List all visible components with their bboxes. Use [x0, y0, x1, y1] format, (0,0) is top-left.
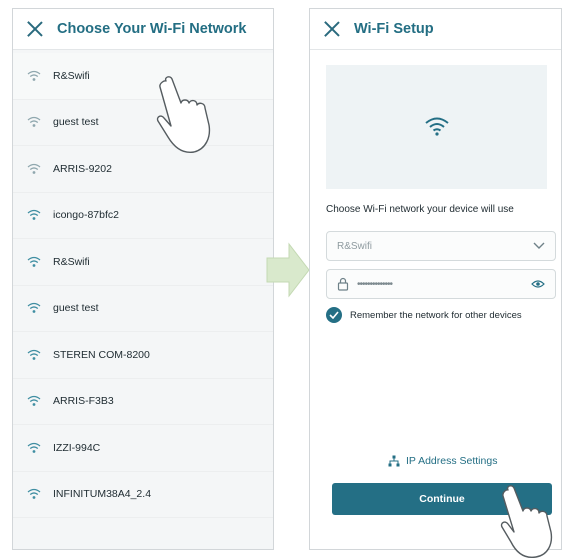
eye-icon[interactable]: [531, 279, 545, 289]
check-icon: [329, 311, 339, 319]
network-item[interactable]: R&Swifi: [13, 53, 273, 100]
network-item[interactable]: INFINITUM38A4_2.4: [13, 471, 273, 518]
network-name: guest test: [53, 302, 99, 315]
close-icon[interactable]: [322, 19, 342, 39]
network-item[interactable]: R&Swifi: [13, 239, 273, 286]
network-item[interactable]: guest test: [13, 285, 273, 332]
pointer-hand-icon: [156, 76, 211, 154]
network-item[interactable]: guest test: [13, 99, 273, 146]
header-bar: Wi-Fi Setup: [310, 9, 561, 50]
wifi-icon: [27, 163, 41, 174]
remember-checkbox[interactable]: [326, 307, 342, 323]
network-name: R&Swifi: [53, 255, 90, 268]
wifi-icon: [27, 442, 41, 453]
wifi-icon: [27, 70, 41, 81]
wifi-illustration: [326, 65, 547, 189]
wifi-icon: [27, 303, 41, 314]
ip-address-settings-link[interactable]: IP Address Settings: [388, 455, 497, 467]
network-name: R&Swifi: [53, 69, 90, 82]
password-field[interactable]: ••••••••••••••: [326, 269, 556, 299]
network-name: icongo-87bfc2: [53, 209, 119, 222]
network-prompt: Choose Wi-Fi network your device will us…: [326, 204, 514, 215]
wifi-icon: [27, 117, 41, 128]
wifi-icon: [27, 256, 41, 267]
network-name: INFINITUM38A4_2.4: [53, 488, 152, 501]
network-item[interactable]: IZZI-994C: [13, 425, 273, 472]
network-name: guest test: [53, 116, 99, 129]
page-title: Choose Your Wi-Fi Network: [57, 21, 247, 37]
chevron-down-icon[interactable]: [533, 242, 545, 250]
wifi-icon: [27, 489, 41, 500]
network-select[interactable]: R&Swifi: [326, 231, 556, 261]
pointer-hand-icon: [500, 485, 553, 559]
page-title: Wi-Fi Setup: [354, 21, 434, 37]
close-icon[interactable]: [25, 19, 45, 39]
arrow-right-icon: [266, 242, 310, 298]
password-value: ••••••••••••••: [357, 278, 393, 290]
header-bar: Choose Your Wi-Fi Network: [13, 9, 273, 50]
network-item[interactable]: STEREN COM-8200: [13, 332, 273, 379]
network-icon: [388, 455, 400, 467]
remember-network-option[interactable]: Remember the network for other devices: [326, 307, 522, 323]
selected-network: R&Swifi: [337, 240, 373, 252]
network-name: ARRIS-F3B3: [53, 395, 114, 408]
network-list: R&Swifi guest test ARRIS-9202 icongo-87b…: [13, 53, 273, 518]
remember-label: Remember the network for other devices: [350, 309, 522, 321]
network-item[interactable]: icongo-87bfc2: [13, 192, 273, 239]
network-name: STEREN COM-8200: [53, 348, 150, 361]
wifi-icon: [27, 349, 41, 360]
network-item[interactable]: ARRIS-9202: [13, 146, 273, 193]
choose-network-screen: Choose Your Wi-Fi Network R&Swifi guest …: [12, 8, 274, 550]
network-name: ARRIS-9202: [53, 162, 112, 175]
wifi-setup-screen: Wi-Fi Setup Choose Wi-Fi network your de…: [309, 8, 562, 550]
network-name: IZZI-994C: [53, 441, 101, 454]
wifi-icon: [425, 117, 449, 136]
lock-icon: [337, 277, 349, 291]
wifi-icon: [27, 210, 41, 221]
network-item[interactable]: ARRIS-F3B3: [13, 378, 273, 425]
ip-settings-label: IP Address Settings: [406, 455, 498, 467]
wifi-icon: [27, 396, 41, 407]
